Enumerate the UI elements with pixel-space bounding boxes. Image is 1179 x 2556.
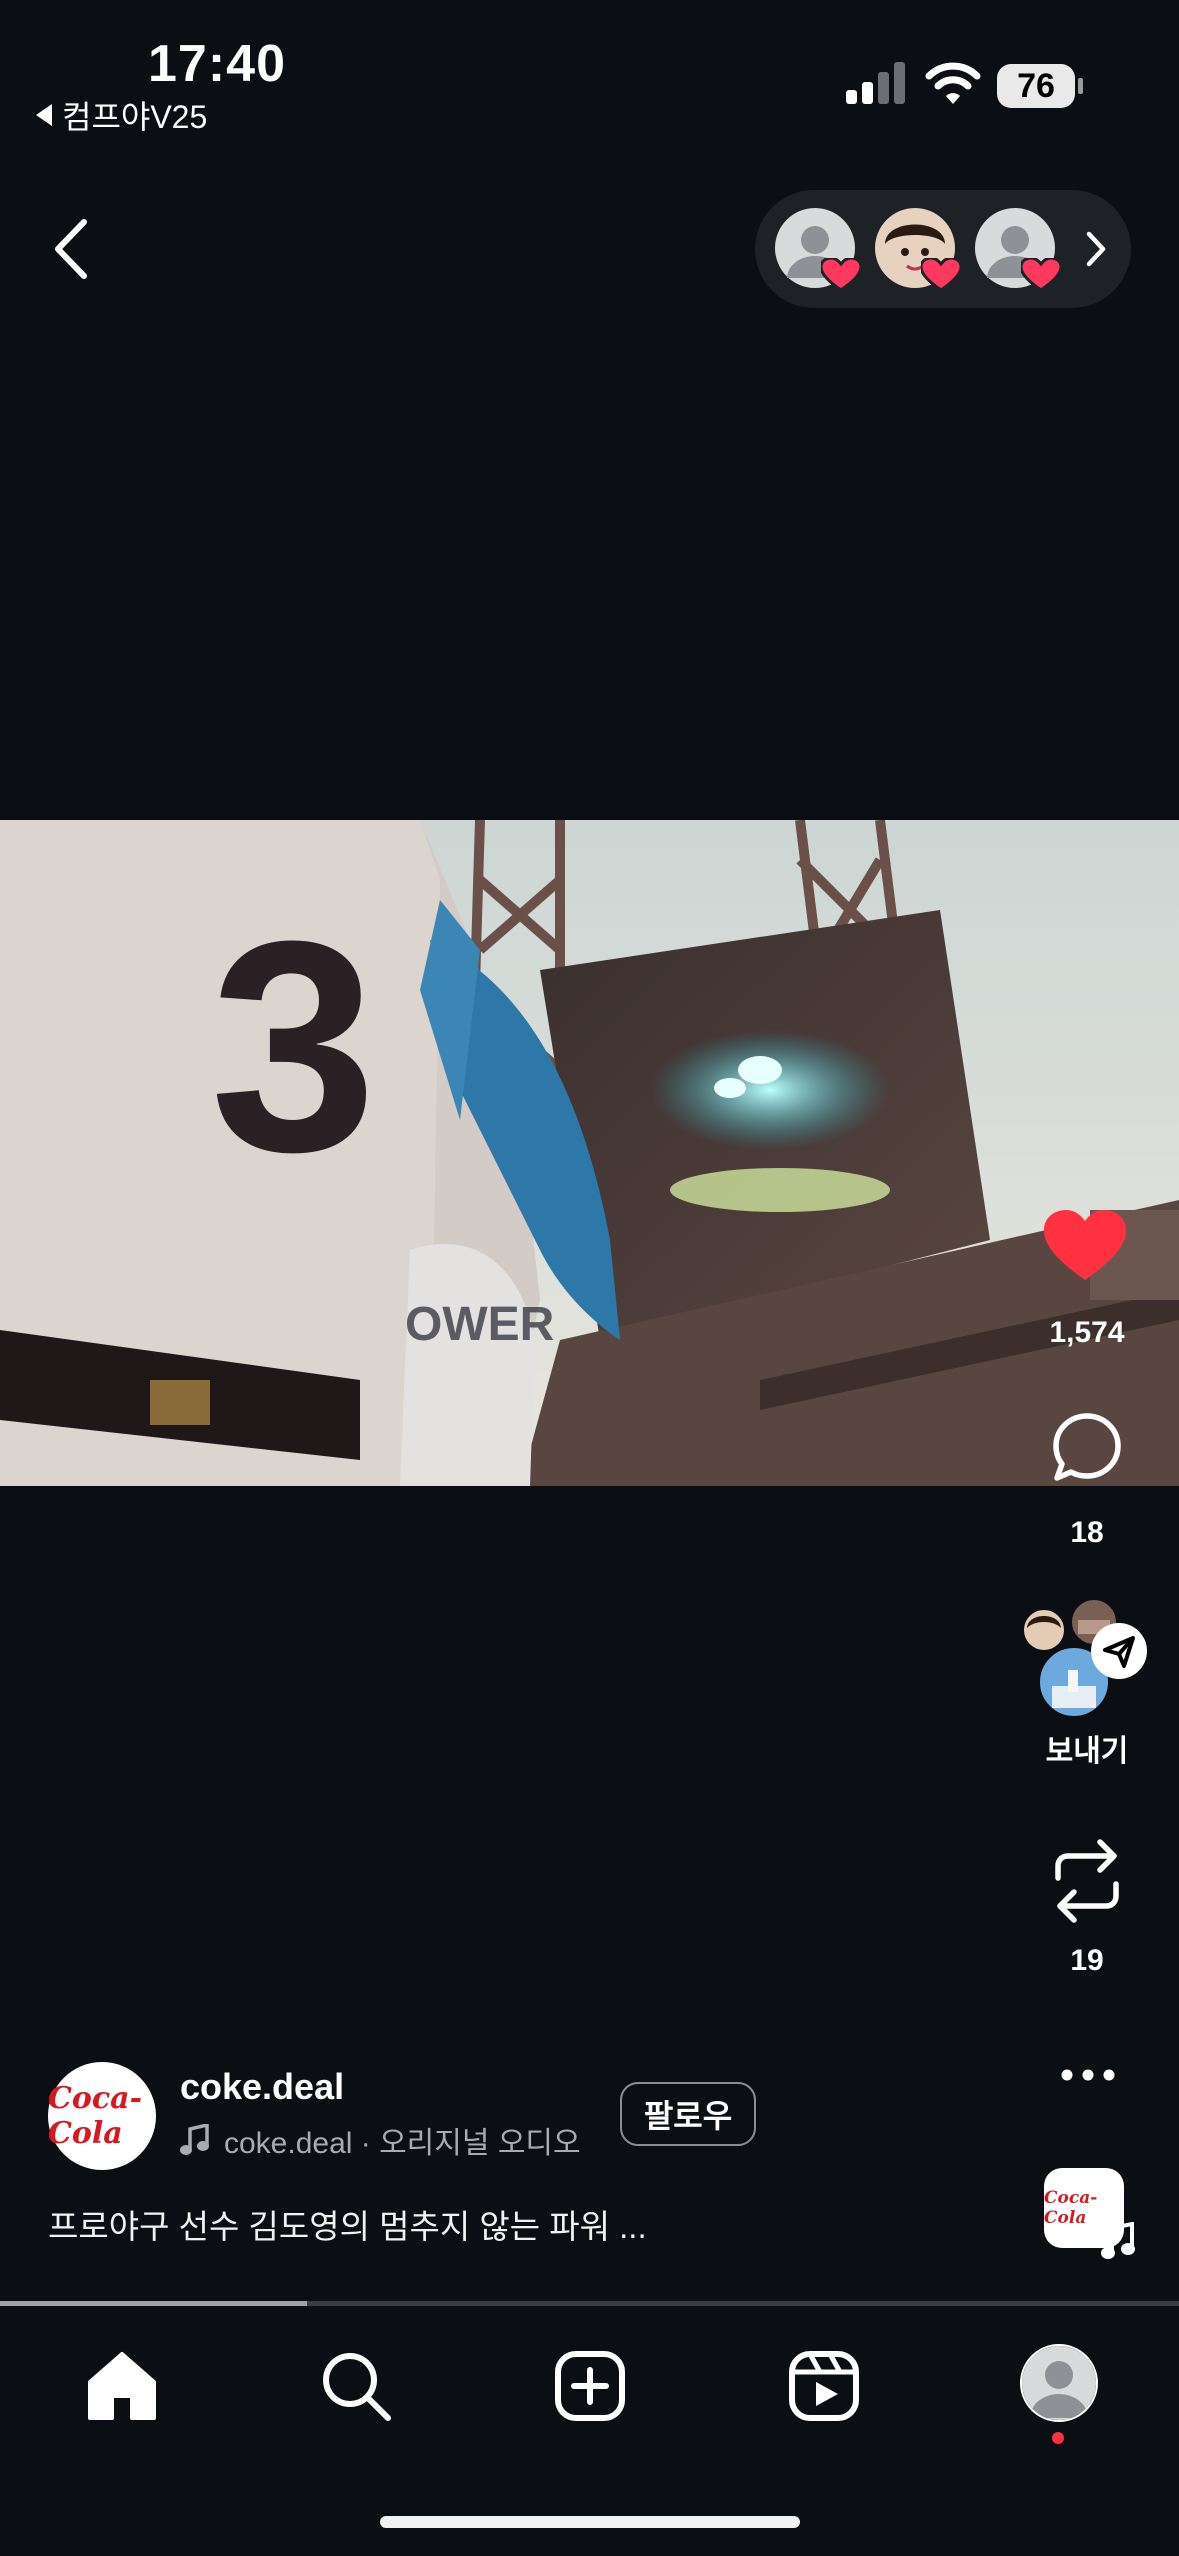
like-count[interactable]: 1,574	[1017, 1316, 1157, 1350]
send-button[interactable]	[1020, 1598, 1150, 1722]
back-to-app-link[interactable]: 컴프야V25	[36, 92, 207, 138]
author-avatar-logo: Coca-Cola	[48, 2081, 143, 2151]
wifi-icon	[925, 62, 981, 104]
reel-caption[interactable]: 프로야구 선수 김도영의 멈추지 않는 파워 ...	[48, 2200, 647, 2248]
music-note-icon	[180, 2124, 209, 2155]
heart-badge-icon	[1021, 258, 1061, 292]
more-icon[interactable]	[1060, 2068, 1116, 2082]
reel-video[interactable]: 3 OWER	[0, 820, 1179, 1486]
audio-attribution[interactable]: coke.deal · 오리지널 오디오	[180, 2118, 581, 2162]
recent-likers-pill[interactable]	[755, 190, 1131, 308]
back-triangle-icon	[36, 104, 52, 126]
comment-icon[interactable]	[1052, 1412, 1122, 1482]
search-icon[interactable]	[318, 2348, 394, 2424]
liker-avatar	[775, 208, 861, 292]
liker-avatar	[975, 208, 1061, 292]
notification-dot	[1052, 2432, 1064, 2444]
video-progress-fill	[0, 2301, 307, 2306]
liker-avatar	[875, 208, 961, 292]
back-app-label: 컴프야V25	[62, 99, 208, 135]
status-time: 17:40	[148, 35, 286, 93]
chevron-left-icon[interactable]	[44, 214, 100, 284]
repost-icon[interactable]	[1052, 1838, 1122, 1924]
comment-count[interactable]: 18	[1017, 1516, 1157, 1550]
heart-icon[interactable]	[1044, 1210, 1126, 1282]
home-indicator[interactable]	[380, 2516, 800, 2528]
cellular-signal-icon	[846, 62, 905, 104]
chevron-right-icon	[1086, 231, 1106, 267]
heart-badge-icon	[821, 258, 861, 292]
home-icon[interactable]	[84, 2348, 160, 2424]
profile-tab[interactable]	[1020, 2344, 1098, 2422]
repost-count[interactable]: 19	[1017, 1944, 1157, 1978]
audio-label: coke.deal · 오리지널 오디오	[224, 2127, 581, 2160]
follow-button[interactable]: 팔로우	[620, 2082, 756, 2146]
jersey-number: 3	[210, 878, 377, 1214]
paper-plane-icon	[1091, 1623, 1147, 1679]
author-avatar[interactable]: Coca-Cola	[48, 2062, 156, 2170]
profile-icon	[1022, 2346, 1096, 2420]
music-note-icon	[1101, 2222, 1135, 2259]
battery-cap	[1078, 78, 1083, 94]
battery-indicator: 76	[997, 64, 1075, 108]
send-label[interactable]: 보내기	[1017, 1726, 1157, 1770]
author-username[interactable]: coke.deal	[180, 2066, 344, 2108]
jersey-sponsor-text: OWER	[405, 1298, 554, 1351]
heart-badge-icon	[921, 258, 961, 292]
video-frame: 3 OWER	[0, 820, 1179, 1486]
create-icon[interactable]	[552, 2348, 628, 2424]
reels-icon[interactable]	[786, 2348, 862, 2424]
